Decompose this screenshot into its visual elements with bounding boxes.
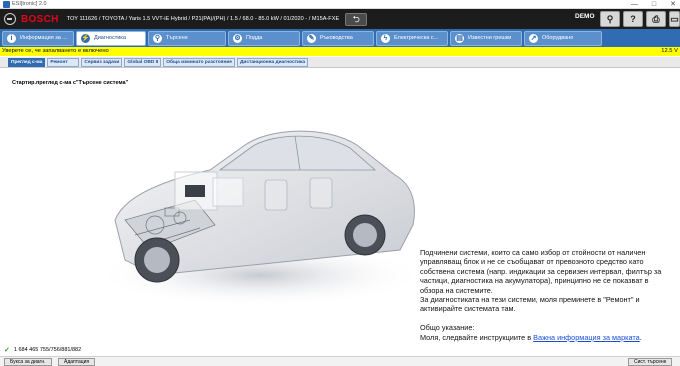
app-icon xyxy=(3,0,10,8)
info-paragraph-1: Подчинени системи, които са само избор о… xyxy=(420,248,662,295)
window-titlebar: ESI[tronic] 2.0 — □ ✕ xyxy=(0,0,680,9)
page-title: Стартир.преглед с-ма с"Търсене система" xyxy=(12,80,129,86)
maximize-button[interactable]: □ xyxy=(652,0,656,9)
window-controls: — □ ✕ xyxy=(631,0,676,9)
info-panel: Подчинени системи, които са само избор о… xyxy=(420,248,672,342)
window-title: ESI[tronic] 2.0 xyxy=(12,1,47,7)
tab-manuals[interactable]: ✎ Ръководства xyxy=(302,30,374,46)
brand-info-link[interactable]: Важна информация за марката xyxy=(533,333,640,342)
document-icon: ▤ xyxy=(455,33,464,43)
print-button[interactable]: ⎙ xyxy=(646,11,666,27)
tab-known-faults[interactable]: ▤ Известни грешки xyxy=(450,30,522,46)
subtab-service-tasks[interactable]: Сервиз задачи xyxy=(81,57,123,67)
tab-label: Оборудване xyxy=(542,35,574,41)
vehicle-cutaway-image xyxy=(95,130,420,307)
tab-electrical[interactable]: ϟ Електрическа с... xyxy=(376,30,448,46)
tab-label: Информация за ... xyxy=(20,35,67,41)
bosch-logo-icon xyxy=(4,13,16,25)
tab-label: Подда xyxy=(246,35,263,41)
tab-diagnostics[interactable]: ⚡ Диагностика xyxy=(76,30,146,46)
subtab-repair[interactable]: Ремонт xyxy=(47,57,80,67)
tab-label: Търсене xyxy=(166,35,188,41)
tab-search[interactable]: ⚲ Търсене xyxy=(148,30,226,46)
battery-voltage: 12.5 V xyxy=(661,48,678,54)
search-button[interactable]: ⚲ xyxy=(600,11,620,27)
close-button[interactable]: ✕ xyxy=(670,0,676,9)
tab-maintenance[interactable]: ⚙ Подда xyxy=(228,30,300,46)
tab-information[interactable]: i Информация за ... xyxy=(2,30,74,46)
info-paragraph-2: За диагностиката на тези системи, моля п… xyxy=(420,295,640,314)
wrench-icon: ✎ xyxy=(307,33,316,43)
external-link-icon: ↗ xyxy=(529,33,538,43)
more-button[interactable]: ▭ xyxy=(669,11,680,27)
ignition-warning-bar: Уверете се, че запалването е включено 12… xyxy=(0,47,680,56)
diagnostics-icon: ⚡ xyxy=(81,33,90,43)
footer-bar: Букса за диагн. Адаптация Сист. търсене xyxy=(0,356,680,366)
back-button[interactable]: ⮌ xyxy=(345,12,368,26)
general-note-end: . xyxy=(639,332,642,342)
check-icon: ✓ xyxy=(4,347,10,354)
subtab-global-obd[interactable]: Global OBD II xyxy=(124,57,162,67)
main-tab-bar: i Информация за ... ⚡ Диагностика ⚲ Търс… xyxy=(0,29,680,47)
general-note: Моля, следвайте инструкциите в Важна инф… xyxy=(420,333,672,342)
minimize-button[interactable]: — xyxy=(631,0,638,9)
general-note-label: Общо указание: xyxy=(420,323,475,333)
help-button[interactable]: ? xyxy=(623,11,643,27)
general-note-text: Моля, следвайте инструкциите в xyxy=(420,332,534,342)
subtab-total-mileage[interactable]: Обща изминато разстояние xyxy=(163,57,235,67)
tab-label: Известни грешки xyxy=(468,35,512,41)
tab-label: Ръководства xyxy=(320,35,353,41)
lightning-icon: ϟ xyxy=(381,33,390,43)
warning-text: Уверете се, че запалването е включено xyxy=(2,48,109,54)
tab-label: Диагностика xyxy=(94,35,126,41)
device-id: 1 684 465 755/756/881/882 xyxy=(13,347,82,353)
status-line: ✓ 1 684 465 755/756/881/882 xyxy=(0,346,680,355)
info-icon: i xyxy=(7,33,16,43)
system-search-button[interactable]: Сист. търсене xyxy=(628,358,673,366)
app-header: BOSCH TOY 111626 / TOYOTA / Yaris 1.5 VV… xyxy=(0,9,680,29)
adaptation-button[interactable]: Адаптация xyxy=(58,358,96,366)
tab-equipment[interactable]: ↗ Оборудване xyxy=(524,30,602,46)
demo-label: DEMO xyxy=(575,13,595,20)
subtab-remote-diagnostics[interactable]: Дистанционна диагностика xyxy=(236,57,309,67)
brand-name: BOSCH xyxy=(21,13,59,25)
diagnostic-socket-button[interactable]: Букса за диагн. xyxy=(4,358,52,366)
subtab-system-overview[interactable]: Преглед с-ма xyxy=(8,57,46,67)
vehicle-info: TOY 111626 / TOYOTA / Yaris 1.5 VVT-iE H… xyxy=(66,16,340,22)
gear-icon: ⚙ xyxy=(233,33,242,43)
search-icon: ⚲ xyxy=(153,33,162,43)
sub-tab-bar: Преглед с-ма Ремонт Сервиз задачи Global… xyxy=(0,57,680,68)
tab-label: Електрическа с... xyxy=(394,35,439,41)
